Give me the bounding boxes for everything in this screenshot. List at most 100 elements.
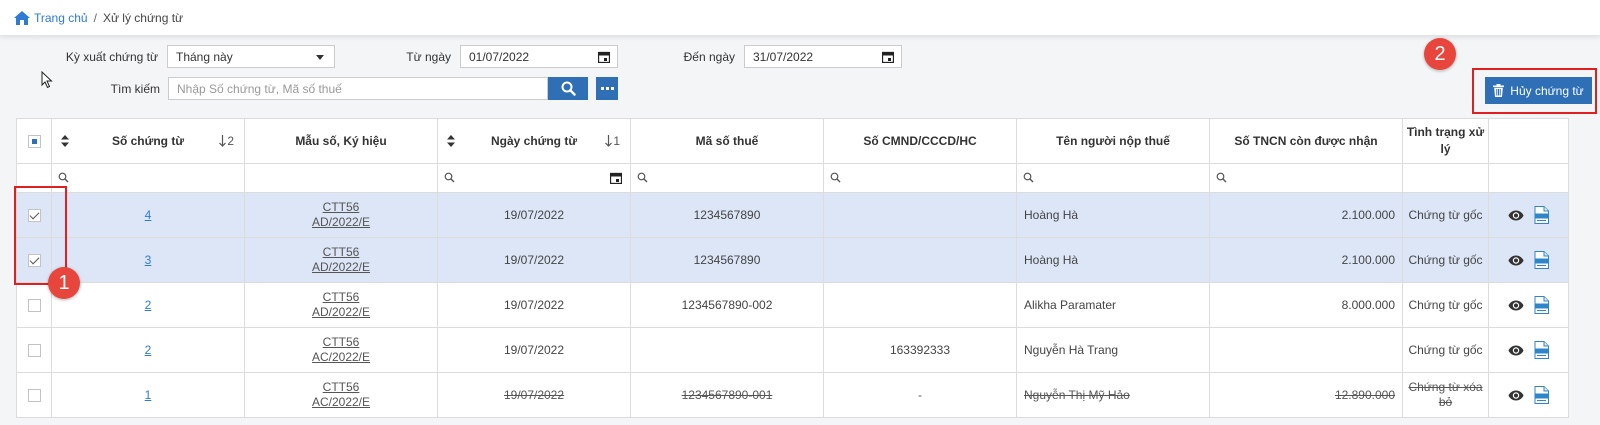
filter-mau-so[interactable] — [244, 163, 438, 193]
cell-so-chung-tu: 2 — [51, 327, 245, 373]
xml-file-icon[interactable] — [1534, 251, 1549, 269]
table-row[interactable]: 4 CTT56 AD/2022/E 19/07/2022 1234567890 H… — [16, 192, 1569, 238]
filter-tinh-trang[interactable] — [1402, 163, 1489, 193]
eye-icon[interactable] — [1508, 210, 1524, 221]
to-date-field[interactable]: 31/07/2022 — [744, 45, 902, 68]
from-date-field[interactable]: 01/07/2022 — [460, 45, 618, 68]
filter-ten-nguoi-nop-thue[interactable] — [1016, 163, 1210, 193]
cell-tinh-trang: Chứng từ gốc — [1402, 282, 1489, 328]
form-code[interactable]: CTT56 — [245, 335, 437, 350]
row-checkbox[interactable] — [27, 254, 41, 268]
header-so-tncn[interactable]: Số TNCN còn được nhận — [1209, 118, 1403, 164]
form-code[interactable]: CTT56 — [245, 245, 437, 260]
header-tinh-trang[interactable]: Tình trạng xử lý — [1402, 118, 1489, 164]
cell-mau-so: CTT56 AD/2022/E — [244, 192, 438, 238]
breadcrumb-home-label: Trang chủ — [34, 10, 88, 25]
dot-icon — [600, 87, 604, 90]
form-code[interactable]: CTT56 — [245, 290, 437, 305]
home-icon — [14, 10, 30, 25]
eye-icon[interactable] — [1508, 300, 1524, 311]
more-options-button[interactable] — [596, 77, 618, 100]
mouse-cursor-icon — [41, 71, 53, 89]
calendar-icon[interactable] — [598, 51, 610, 63]
header-ngay-chung-tu[interactable]: Ngày chứng từ 1 — [437, 118, 631, 164]
cell-tinh-trang: Chứng từ gốc — [1402, 237, 1489, 283]
eye-icon[interactable] — [1508, 345, 1524, 356]
xml-file-icon[interactable] — [1534, 206, 1549, 224]
filter-ngay-chung-tu[interactable] — [437, 163, 631, 193]
header-mau-so[interactable]: Mẫu số, Ký hiệu — [244, 118, 438, 164]
header-ma-so-thue[interactable]: Mã số thuế — [630, 118, 824, 164]
cell-so-chung-tu: 4 — [51, 192, 245, 238]
table-row[interactable]: 3 CTT56 AD/2022/E 19/07/2022 1234567890 H… — [16, 237, 1569, 283]
filter-so-chung-tu[interactable] — [51, 163, 245, 193]
cell-ngay: 19/07/2022 — [437, 327, 631, 373]
document-number-link[interactable]: 3 — [145, 253, 152, 267]
document-number-link[interactable]: 4 — [145, 208, 152, 222]
document-number-link[interactable]: 1 — [145, 388, 152, 402]
row-checkbox[interactable] — [27, 209, 41, 223]
cell-ngay: 19/07/2022 — [437, 192, 631, 238]
breadcrumb: Trang chủ / Xử lý chứng từ — [14, 10, 183, 25]
search-button[interactable] — [548, 77, 588, 100]
cell-actions — [1488, 192, 1569, 238]
row-checkbox[interactable] — [27, 389, 41, 403]
search-icon — [561, 81, 576, 96]
eye-icon[interactable] — [1508, 255, 1524, 266]
period-label: Kỳ xuất chứng từ — [65, 50, 158, 64]
cell-tncn: 8.000.000 — [1209, 282, 1403, 328]
cell-ma-so-thue: 1234567890-002 — [630, 282, 824, 328]
cell-so-cmnd — [823, 237, 1017, 283]
cell-ngay: 19/07/2022 — [437, 237, 631, 283]
xml-file-icon[interactable] — [1534, 386, 1549, 404]
form-series[interactable]: AC/2022/E — [245, 350, 437, 365]
table-row[interactable]: 2 CTT56 AC/2022/E 19/07/2022 163392333 Ng… — [16, 327, 1569, 373]
row-checkbox[interactable] — [27, 299, 41, 313]
row-select-cell — [16, 192, 52, 238]
xml-file-icon[interactable] — [1534, 296, 1549, 314]
header-so-chung-tu[interactable]: Số chứng từ 2 — [51, 118, 245, 164]
sort-icon[interactable] — [447, 135, 455, 147]
filter-so-tncn[interactable] — [1209, 163, 1403, 193]
chevron-down-icon — [316, 55, 324, 60]
filter-ma-so-thue[interactable] — [630, 163, 824, 193]
header-ten-nguoi-nop-thue[interactable]: Tên người nộp thuế — [1016, 118, 1210, 164]
annotation-badge-1: 1 — [48, 267, 80, 299]
table-row[interactable]: 1 CTT56 AC/2022/E 19/07/2022 1234567890-0… — [16, 372, 1569, 418]
cancel-document-button[interactable]: Hủy chứng từ — [1485, 77, 1592, 104]
form-series[interactable]: AD/2022/E — [245, 215, 437, 230]
row-checkbox[interactable] — [27, 344, 41, 358]
header-label: Số chứng từ — [111, 134, 185, 148]
cell-so-chung-tu: 3 — [51, 237, 245, 283]
period-select[interactable]: Tháng này — [167, 45, 335, 68]
header-row: Số chứng từ 2 Mẫu số, Ký hiệu Ngày chứng… — [16, 118, 1569, 164]
document-number-link[interactable]: 2 — [145, 343, 152, 357]
cell-actions — [1488, 372, 1569, 418]
sort-down-arrow-icon — [605, 135, 613, 147]
form-code[interactable]: CTT56 — [245, 380, 437, 395]
select-all-checkbox[interactable] — [27, 135, 41, 149]
table-row[interactable]: 2 CTT56 AD/2022/E 19/07/2022 1234567890-0… — [16, 282, 1569, 328]
search-icon — [1023, 172, 1034, 183]
filter-so-cmnd[interactable] — [823, 163, 1017, 193]
header-so-cmnd[interactable]: Số CMND/CCCD/HC — [823, 118, 1017, 164]
form-series[interactable]: AC/2022/E — [245, 395, 437, 410]
calendar-icon[interactable] — [882, 51, 894, 63]
cell-tncn: 2.100.000 — [1209, 237, 1403, 283]
form-code[interactable]: CTT56 — [245, 200, 437, 215]
sort-icon[interactable] — [61, 135, 69, 147]
form-series[interactable]: AD/2022/E — [245, 305, 437, 320]
filter-panel: Kỳ xuất chứng từ Tháng này Từ ngày 01/07… — [0, 36, 1600, 116]
annotation-badge-2: 2 — [1424, 38, 1456, 70]
form-series[interactable]: AD/2022/E — [245, 260, 437, 275]
search-input[interactable] — [168, 77, 548, 100]
document-number-link[interactable]: 2 — [145, 298, 152, 312]
search-icon — [1216, 172, 1227, 183]
calendar-icon[interactable] — [610, 172, 622, 184]
row-select-cell — [16, 282, 52, 328]
breadcrumb-home-link[interactable]: Trang chủ — [14, 10, 88, 25]
xml-file-icon[interactable] — [1534, 341, 1549, 359]
eye-icon[interactable] — [1508, 390, 1524, 401]
header-label: Tình trạng xử lý — [1406, 125, 1485, 156]
row-select-cell — [16, 372, 52, 418]
